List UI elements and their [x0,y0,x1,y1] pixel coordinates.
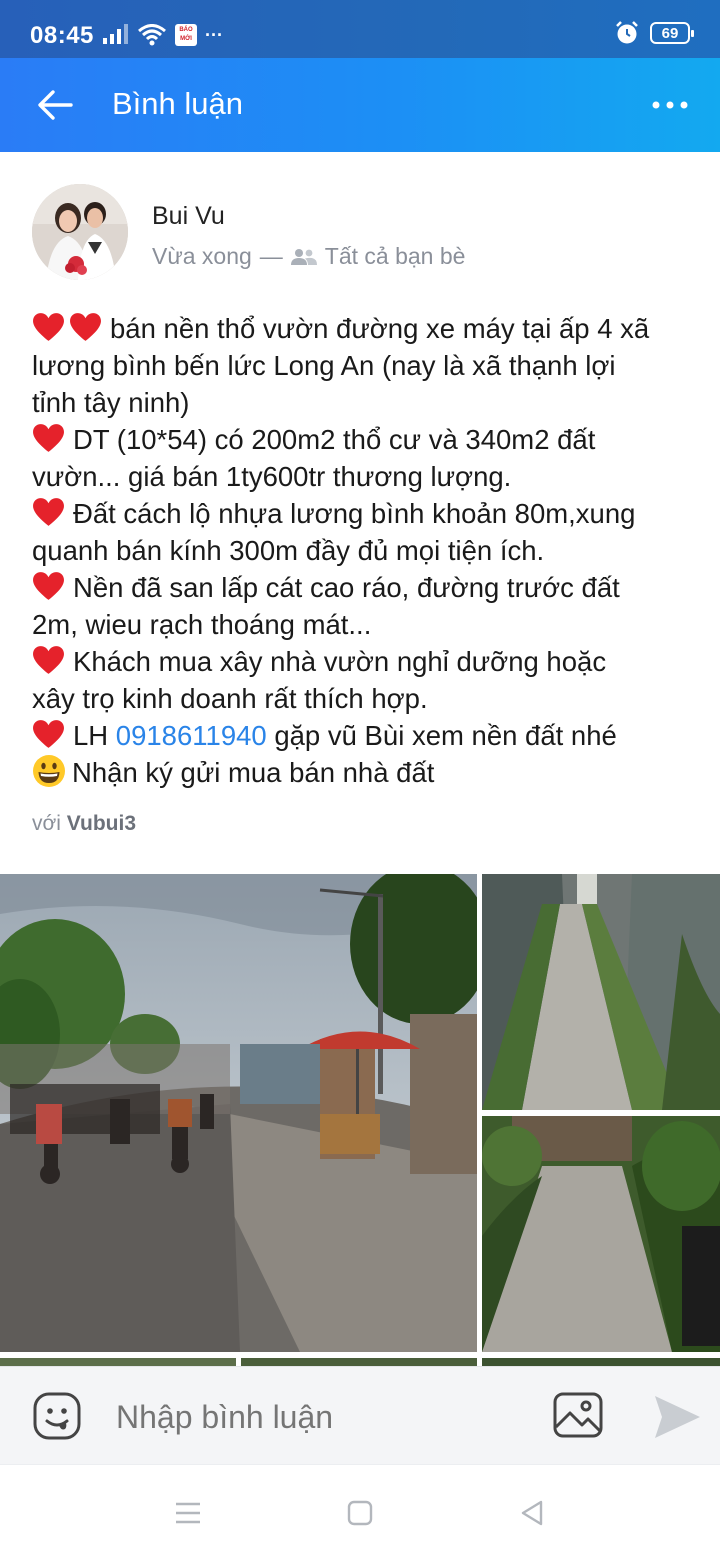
content-text: LH [73,720,116,751]
send-icon [655,1396,700,1438]
image-icon [553,1392,603,1438]
heart-icon [33,720,64,748]
content-line: 2m, wieu rạch thoáng mát... [32,606,702,643]
attach-image-button[interactable] [552,1391,604,1441]
nav-menu-button[interactable] [170,1495,206,1531]
status-right: 69 [614,20,694,46]
content-text: lương bình bến lức Long An (nay là xã th… [32,350,616,381]
content-text: 2m, wieu rạch thoáng mát... [32,609,372,640]
page-title: Bình luận [112,86,243,121]
app-bar: Bình luận [0,58,720,152]
photo-alley-1[interactable] [482,874,720,1110]
photo-alley-2[interactable] [482,1116,720,1352]
content-line: xây trọ kinh doanh rất thích hợp. [32,680,702,717]
status-time: 08:45 [30,22,94,49]
photo-grid [0,874,720,1366]
heart-icon [33,572,64,600]
privacy-label: Tất cả bạn bè [324,243,466,269]
content-text: gặp vũ Bùi xem nền đất nhé [266,720,617,751]
back-button[interactable] [28,78,82,132]
content-text: quanh bán kính 300m đầy đủ mọi tiện ích. [32,535,545,566]
system-nav-bar [0,1464,720,1560]
sticker-button[interactable] [32,1391,82,1441]
wifi-icon [138,24,166,46]
menu-icon [176,1502,200,1524]
content-line: lương bình bến lức Long An (nay là xã th… [32,347,702,384]
content-line: quanh bán kính 300m đầy đủ mọi tiện ích. [32,532,702,569]
content-text: Đất cách lộ nhựa lương bình khoản 80m,xu… [73,498,636,529]
heart-icon [33,498,64,526]
nav-home-button[interactable] [342,1495,378,1531]
tagged-prefix: với [32,812,61,835]
status-overflow: ··· [205,24,223,45]
status-icons: BÁO MỚI ··· [103,22,223,48]
content-line: LH 0918611940 gặp vũ Bùi xem nền đất nhé [32,717,702,754]
content-line: tỉnh tây ninh) [32,384,702,421]
content-text: tỉnh tây ninh) [32,387,190,418]
photo-thumb-2[interactable] [241,1358,477,1366]
more-icon [652,101,688,109]
signal-icon [103,24,128,44]
phone-link[interactable]: 0918611940 [116,720,267,751]
author-name[interactable]: Bui Vu [152,202,225,231]
content-text: Khách mua xây nhà vườn nghỉ dưỡng hoặc [73,646,607,677]
post: Bui Vu Vừa xong — Tất cả bạn bè bán nền … [0,152,720,1366]
heart-icon [33,424,64,452]
alarm-icon [616,21,638,44]
sticker-icon [33,1392,81,1440]
photo-thumb-1[interactable] [0,1358,236,1366]
photo-thumb-3[interactable] [482,1358,720,1366]
battery-indicator: 69 [650,22,694,44]
content-text: Nền đã san lấp cát cao ráo, đường trước … [73,572,620,603]
tagged-line: với Vubui3 [32,812,136,836]
content-text: bán nền thổ vườn đường xe máy tại ấp 4 x… [110,313,650,344]
nav-back-button[interactable] [514,1495,550,1531]
content-line: DT (10*54) có 200m2 thổ cư và 340m2 đất [32,421,702,458]
heart-icon [33,313,64,341]
content-line: vườn... giá bán 1ty600tr thương lượng. [32,458,702,495]
send-button[interactable] [652,1393,702,1441]
content-text: DT (10*54) có 200m2 thổ cư và 340m2 đất [73,424,596,455]
post-time: Vừa xong [152,243,252,269]
tagged-user[interactable]: Vubui3 [67,812,136,835]
content-text: vườn... giá bán 1ty600tr thương lượng. [32,461,512,492]
meta-separator: — [259,243,283,269]
home-icon [347,1500,373,1526]
post-meta: Vừa xong — Tất cả bạn bè [152,243,465,270]
heart-icon [70,313,101,341]
content-line: Nền đã san lấp cát cao ráo, đường trước … [32,569,702,606]
content-line: Khách mua xây nhà vườn nghỉ dưỡng hoặc [32,643,702,680]
content-line: bán nền thổ vườn đường xe máy tại ấp 4 x… [32,310,702,347]
content-line: Nhận ký gửi mua bán nhà đất [32,754,702,791]
content-text: Nhận ký gửi mua bán nhà đất [72,757,435,788]
friends-icon [290,248,317,265]
comment-bar [0,1366,720,1464]
screen: 08:45 BÁO MỚI ··· 69 Bình luận Bui Vu Vừ… [0,0,720,1560]
photo-street[interactable] [0,874,477,1352]
content-text: xây trọ kinh doanh rất thích hợp. [32,683,428,714]
comment-input[interactable] [116,1389,536,1445]
news-app-icon: BÁO MỚI [175,24,197,46]
status-bar: 08:45 BÁO MỚI ··· 69 [0,0,720,58]
avatar[interactable] [32,184,128,280]
back-arrow-icon [38,90,73,120]
back-icon [521,1500,543,1526]
heart-icon [33,646,64,674]
avatar-photo [32,184,128,280]
post-content: bán nền thổ vườn đường xe máy tại ấp 4 x… [32,310,702,791]
smile-emoji-icon [33,755,65,787]
content-line: Đất cách lộ nhựa lương bình khoản 80m,xu… [32,495,702,532]
more-options-button[interactable] [642,80,698,130]
